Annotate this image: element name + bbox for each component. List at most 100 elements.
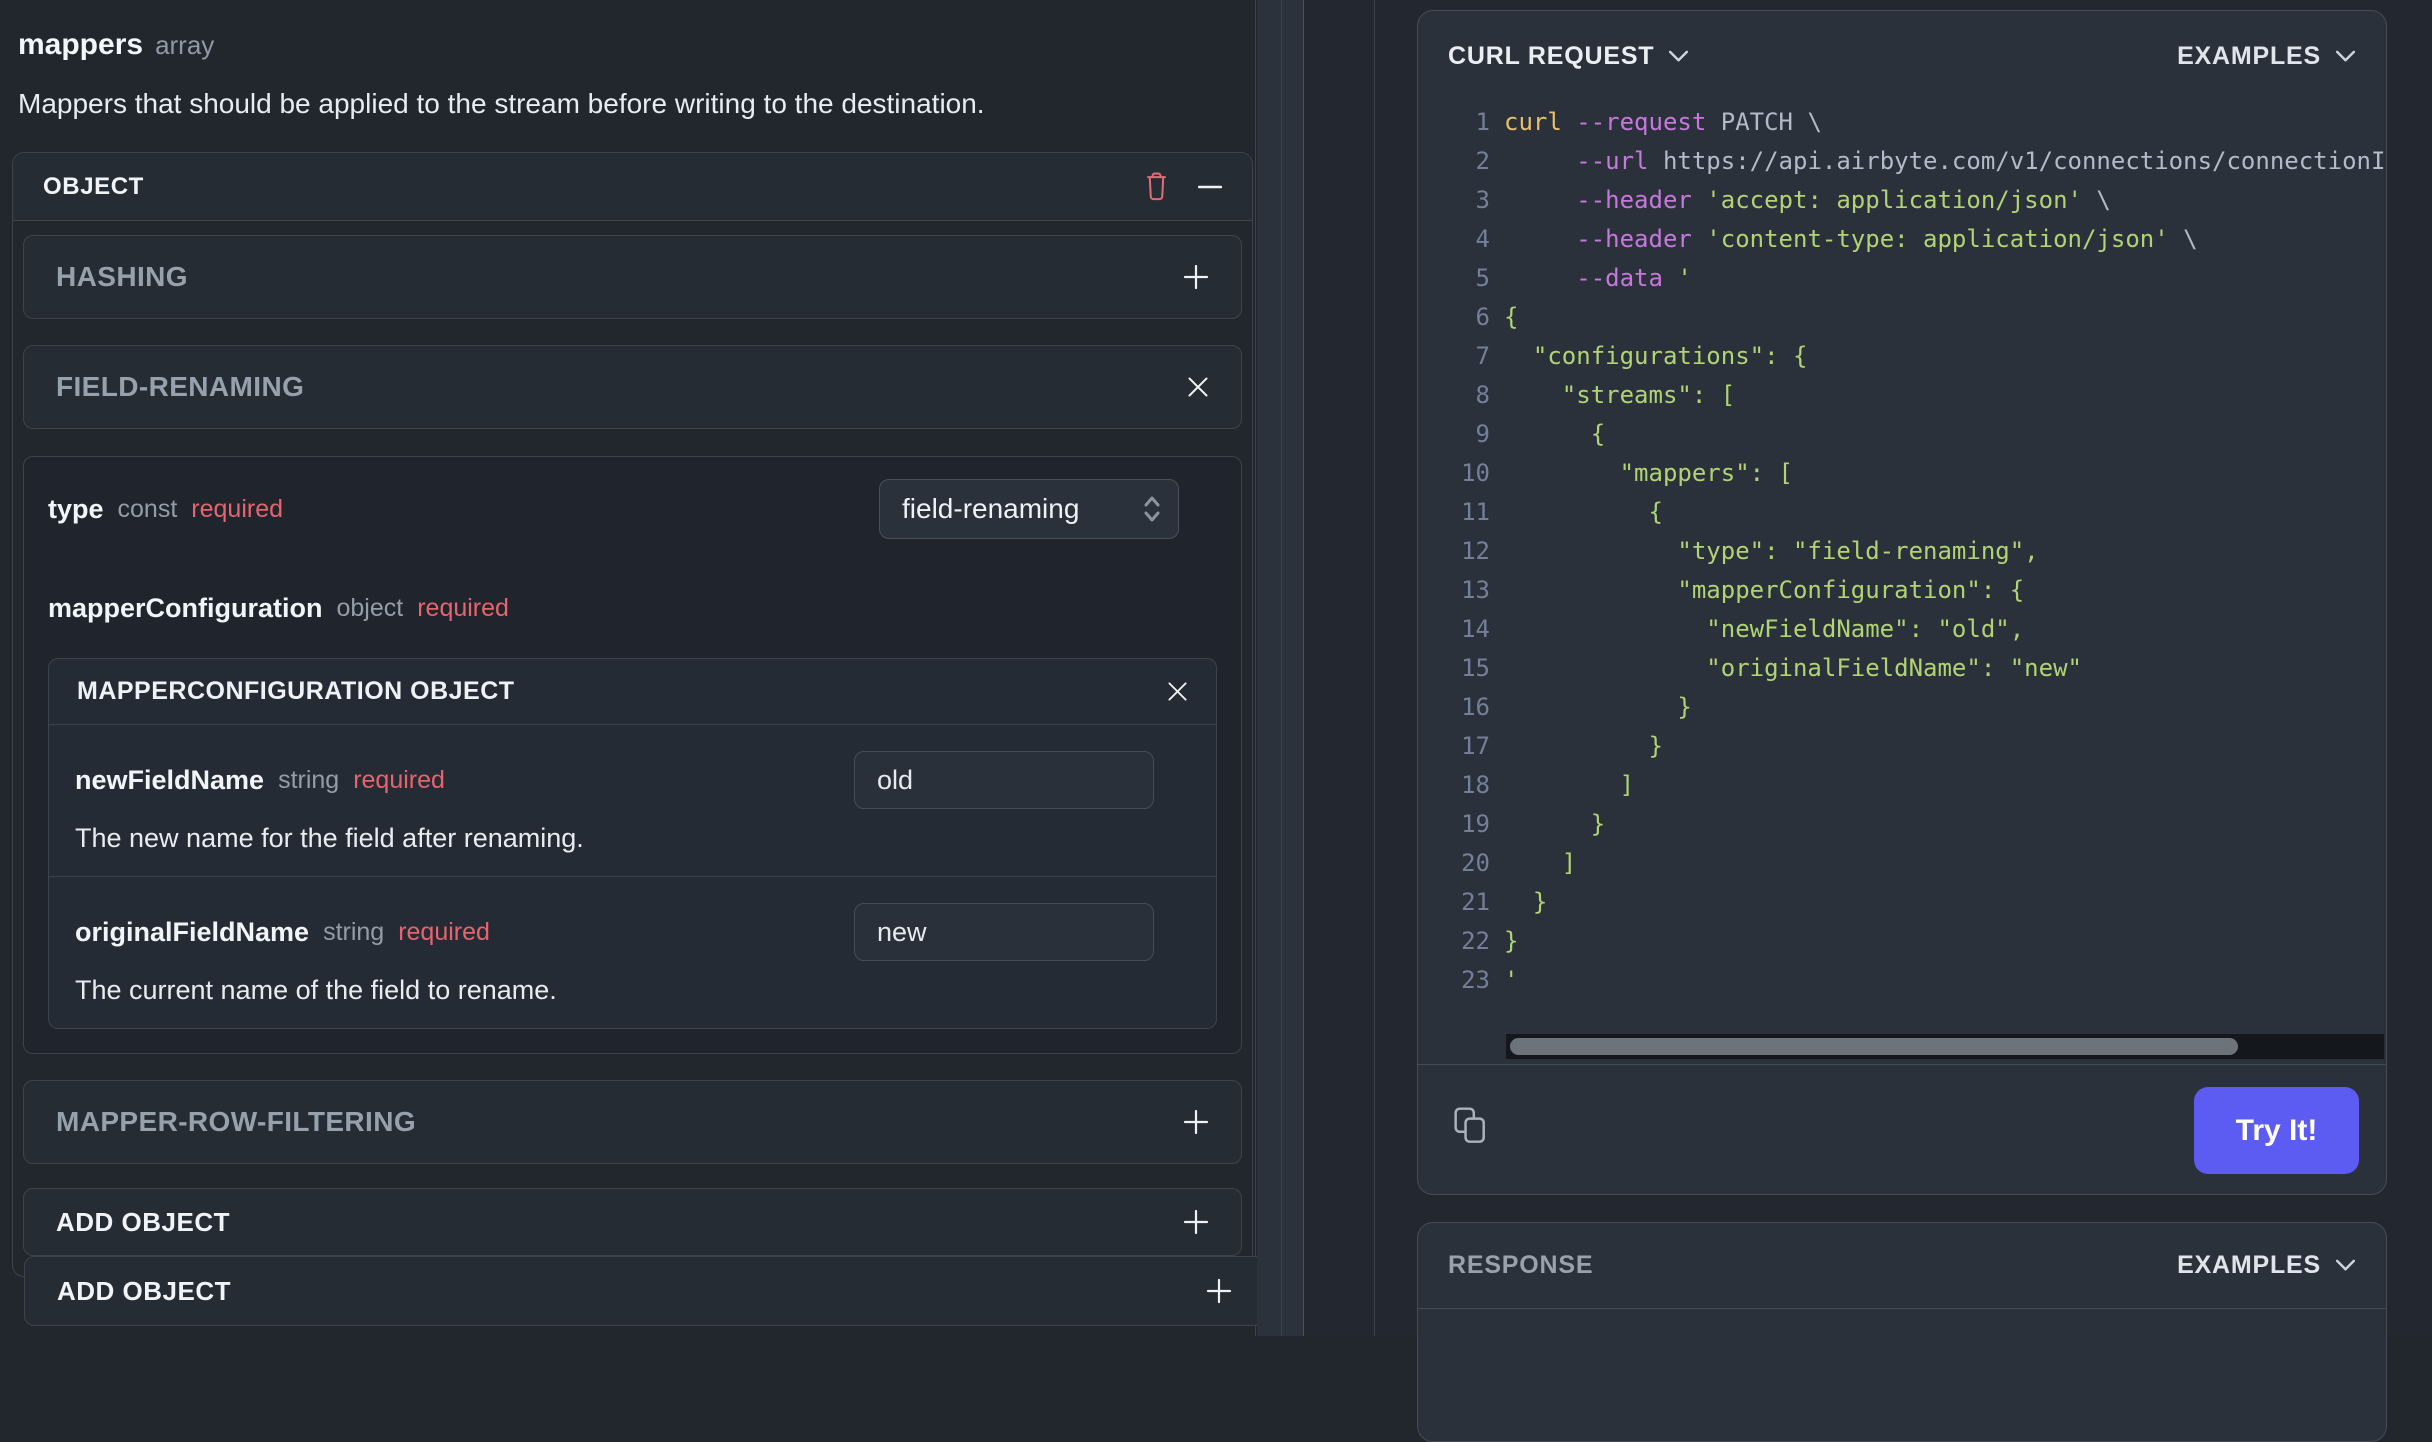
code-text: "newFieldName": "old", — [1504, 615, 2025, 643]
code-line: 4 --header 'content-type: application/js… — [1418, 220, 2385, 259]
section-mapper-row-filtering-title: MAPPER-ROW-FILTERING — [56, 1106, 416, 1137]
delete-object-button[interactable] — [1143, 171, 1170, 202]
original-field-name-kind: string — [323, 917, 385, 946]
new-field-name-required-badge: required — [353, 765, 445, 794]
line-number: 16 — [1461, 693, 1490, 721]
select-chevrons-icon — [1144, 496, 1160, 522]
mapper-configuration-required-badge: required — [417, 594, 509, 622]
line-number: 12 — [1461, 537, 1490, 565]
code-line: 10 "mappers": [ — [1418, 454, 2385, 493]
mapper-configuration-row: mapperConfiguration object required — [48, 593, 1217, 624]
vertical-scrollbar[interactable] — [1257, 0, 1304, 1336]
line-number: 7 — [1475, 342, 1490, 370]
curl-request-panel: CURL REQUEST EXAMPLES 1 curl --request PA… — [1417, 10, 2387, 1195]
original-field-name-description: The current name of the field to rename. — [75, 975, 557, 1005]
field-name: mappers — [18, 28, 144, 61]
line-number: 11 — [1461, 498, 1490, 526]
code-line: 23 ' — [1418, 961, 2385, 1000]
code-line: 6{ — [1418, 298, 2385, 337]
field-description: Mappers that should be applied to the st… — [18, 88, 985, 119]
horizontal-scrollbar-track[interactable] — [1506, 1034, 2384, 1059]
type-select[interactable]: field-renaming — [879, 479, 1179, 539]
plus-icon[interactable] — [1183, 264, 1209, 290]
add-object-inner-label: ADD OBJECT — [56, 1206, 231, 1237]
type-select-value: field-renaming — [902, 493, 1080, 524]
code-line: 3 --header 'accept: application/json' \ — [1418, 181, 2385, 220]
line-number: 6 — [1475, 303, 1490, 331]
request-examples-dropdown[interactable]: EXAMPLES — [2177, 42, 2356, 71]
original-field-name-label: originalFieldName — [75, 916, 310, 947]
section-hashing[interactable]: HASHING — [23, 235, 1242, 319]
code-text: } — [1504, 693, 1692, 721]
request-type-dropdown[interactable]: CURL REQUEST — [1448, 42, 1689, 71]
field-title-row: mappers array — [12, 28, 1253, 62]
type-row: type const required field-renaming — [48, 479, 1217, 539]
original-field-name-row: originalFieldName string required new Th… — [49, 877, 1216, 1028]
mapper-configuration-name: mapperConfiguration — [48, 593, 323, 623]
original-field-name-value: new — [877, 916, 927, 947]
code-line: 19 } — [1418, 805, 2385, 844]
new-field-name-row: newFieldName string required old The new… — [49, 725, 1216, 877]
new-field-name-kind: string — [278, 765, 340, 794]
code-text: } — [1504, 927, 1519, 955]
plus-icon[interactable] — [1183, 1109, 1209, 1135]
code-text: } — [1504, 810, 1606, 838]
schema-column: mappers array Mappers that should be appl… — [0, 0, 1265, 1336]
request-examples-label: EXAMPLES — [2177, 41, 2321, 70]
new-field-name-label: newFieldName — [75, 764, 265, 795]
type-name: type — [48, 493, 104, 524]
horizontal-scrollbar-thumb[interactable] — [1510, 1038, 2238, 1055]
code-line: 22} — [1418, 922, 2385, 961]
section-mapper-row-filtering[interactable]: MAPPER-ROW-FILTERING — [23, 1080, 1242, 1164]
plus-icon — [1183, 1209, 1209, 1235]
add-object-outer-label: ADD OBJECT — [57, 1275, 232, 1306]
code-line: 14 "newFieldName": "old", — [1418, 610, 2385, 649]
line-number: 20 — [1461, 849, 1490, 877]
trash-icon — [1143, 171, 1170, 202]
type-kind: const — [117, 494, 178, 523]
code-line: 11 { — [1418, 493, 2385, 532]
copy-code-button[interactable] — [1454, 1107, 1487, 1145]
response-examples-dropdown[interactable]: EXAMPLES — [2177, 1251, 2356, 1280]
response-examples-label: EXAMPLES — [2177, 1251, 2321, 1279]
code-text: "originalFieldName": "new" — [1504, 654, 2082, 682]
code-text: "mapperConfiguration": { — [1504, 576, 2025, 604]
section-hashing-title: HASHING — [56, 261, 188, 292]
section-field-renaming[interactable]: FIELD-RENAMING — [23, 345, 1242, 429]
code-line: 2 --url https://api.airbyte.com/v1/conne… — [1418, 142, 2385, 181]
line-number: 4 — [1475, 225, 1490, 253]
response-title: RESPONSE — [1448, 1251, 1594, 1279]
line-number: 3 — [1475, 186, 1490, 214]
line-number: 5 — [1475, 264, 1490, 292]
close-icon[interactable] — [1167, 681, 1188, 702]
add-object-button-outer[interactable]: ADD OBJECT — [24, 1256, 1265, 1326]
field-renaming-detail-card: type const required field-renaming mappe… — [23, 456, 1242, 1054]
scrollbar-divider — [1281, 0, 1282, 1336]
code-text: --data ' — [1576, 264, 1692, 292]
line-number: 17 — [1461, 732, 1490, 760]
close-icon[interactable] — [1187, 376, 1209, 398]
code-line: 16 } — [1418, 688, 2385, 727]
new-field-name-input[interactable]: old — [854, 751, 1154, 809]
curl-request-footer: Try It! — [1418, 1064, 2386, 1194]
code-line: 18 ] — [1418, 766, 2385, 805]
try-it-button[interactable]: Try It! — [2194, 1087, 2359, 1174]
code-line: 20 ] — [1418, 844, 2385, 883]
collapse-object-button[interactable] — [1198, 185, 1222, 189]
new-field-name-description: The new name for the field after renamin… — [75, 823, 584, 853]
object-card-title: OBJECT — [43, 172, 144, 200]
chevron-down-icon — [1669, 50, 1689, 61]
code-text: "type": "field-renaming", — [1504, 537, 2039, 565]
code-text: ' — [1504, 966, 1519, 994]
code-text: --header 'accept: application/json' \ — [1576, 186, 2111, 214]
code-line: 21 } — [1418, 883, 2385, 922]
line-number: 23 — [1461, 966, 1490, 994]
line-number: 10 — [1461, 459, 1490, 487]
response-header: RESPONSE EXAMPLES — [1418, 1223, 2386, 1309]
line-number: 13 — [1461, 576, 1490, 604]
line-number: 15 — [1461, 654, 1490, 682]
chevron-down-icon — [2335, 50, 2356, 61]
original-field-name-input[interactable]: new — [854, 903, 1154, 961]
add-object-button-inner[interactable]: ADD OBJECT — [23, 1188, 1242, 1256]
line-number: 1 — [1475, 108, 1490, 136]
